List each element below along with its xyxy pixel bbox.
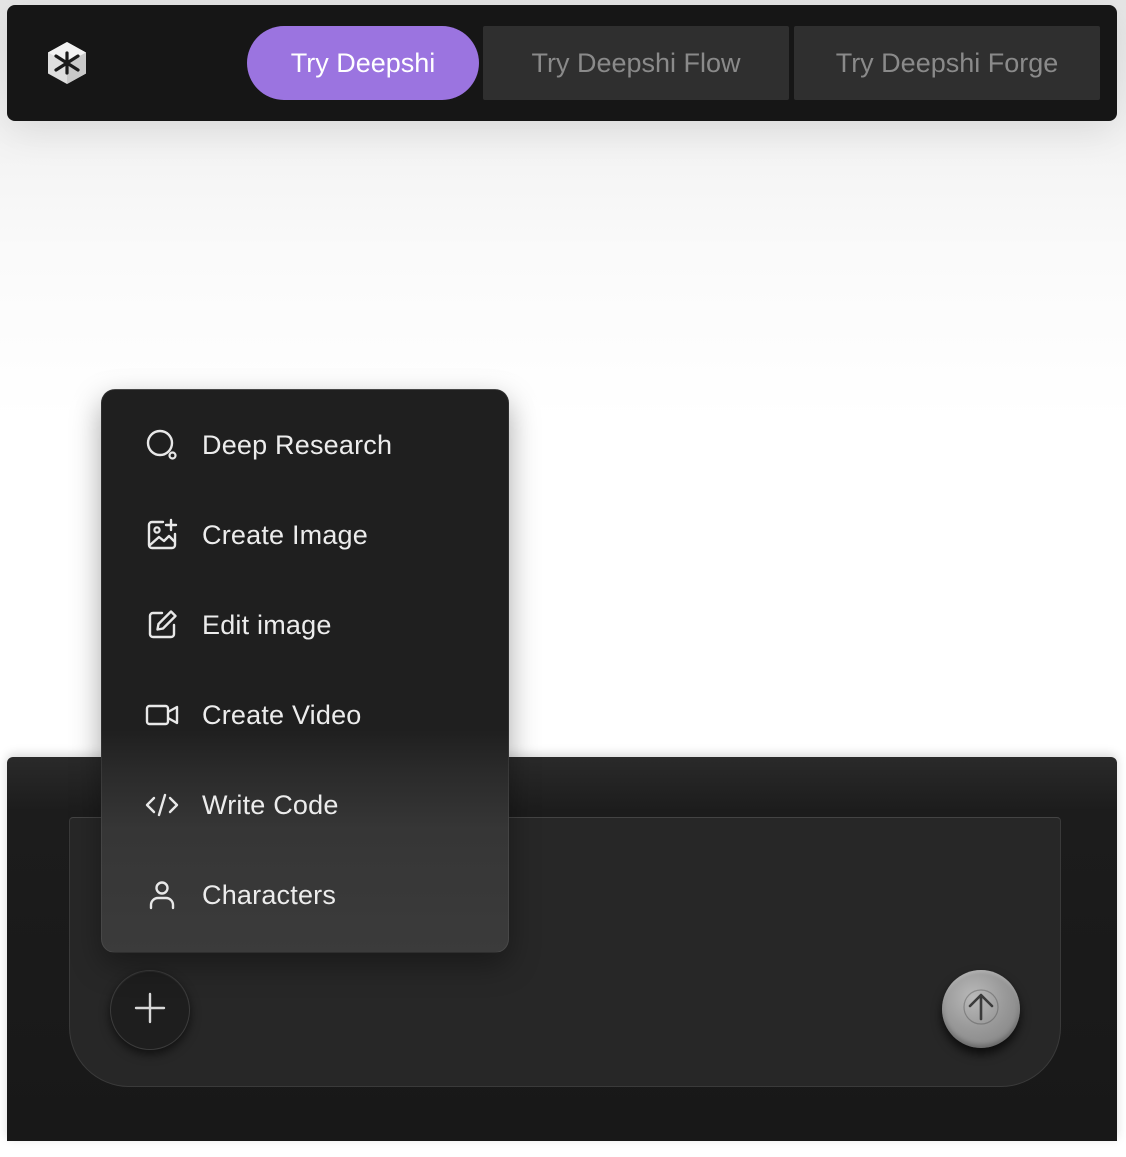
send-button[interactable] bbox=[942, 970, 1020, 1048]
menu-item-create-video[interactable]: Create Video bbox=[102, 670, 508, 760]
menu-item-label: Create Image bbox=[202, 519, 368, 550]
try-deepshi-forge-button[interactable]: Try Deepshi Forge bbox=[794, 26, 1100, 100]
menu-item-create-image[interactable]: Create Image bbox=[102, 490, 508, 580]
menu-item-edit-image[interactable]: Edit image bbox=[102, 580, 508, 670]
menu-item-label: Edit image bbox=[202, 609, 332, 640]
menu-item-label: Characters bbox=[202, 879, 337, 910]
menu-item-deep-research[interactable]: Deep Research bbox=[102, 400, 508, 490]
menu-item-write-code[interactable]: Write Code bbox=[102, 760, 508, 850]
code-icon bbox=[145, 788, 179, 822]
menu-item-label: Write Code bbox=[202, 789, 339, 820]
video-icon bbox=[145, 698, 179, 732]
menu-item-label: Create Video bbox=[202, 699, 362, 730]
try-deepshi-flow-button[interactable]: Try Deepshi Flow bbox=[483, 26, 789, 100]
top-nav-bar: Try Deepshi Try Deepshi Flow Try Deepshi… bbox=[7, 5, 1117, 121]
logo-icon[interactable] bbox=[44, 40, 90, 86]
edit-icon bbox=[145, 608, 179, 642]
menu-item-characters[interactable]: Characters bbox=[102, 850, 508, 940]
search-icon bbox=[145, 428, 179, 462]
try-deepshi-button[interactable]: Try Deepshi bbox=[247, 26, 479, 100]
tools-menu: Deep Research Create Image Edit image Cr… bbox=[101, 389, 509, 953]
attach-button[interactable] bbox=[110, 970, 190, 1050]
user-icon bbox=[145, 878, 179, 912]
menu-item-label: Deep Research bbox=[202, 429, 393, 460]
plus-icon bbox=[133, 991, 167, 1030]
image-plus-icon bbox=[145, 518, 179, 552]
arrow-up-icon bbox=[961, 987, 1001, 1032]
